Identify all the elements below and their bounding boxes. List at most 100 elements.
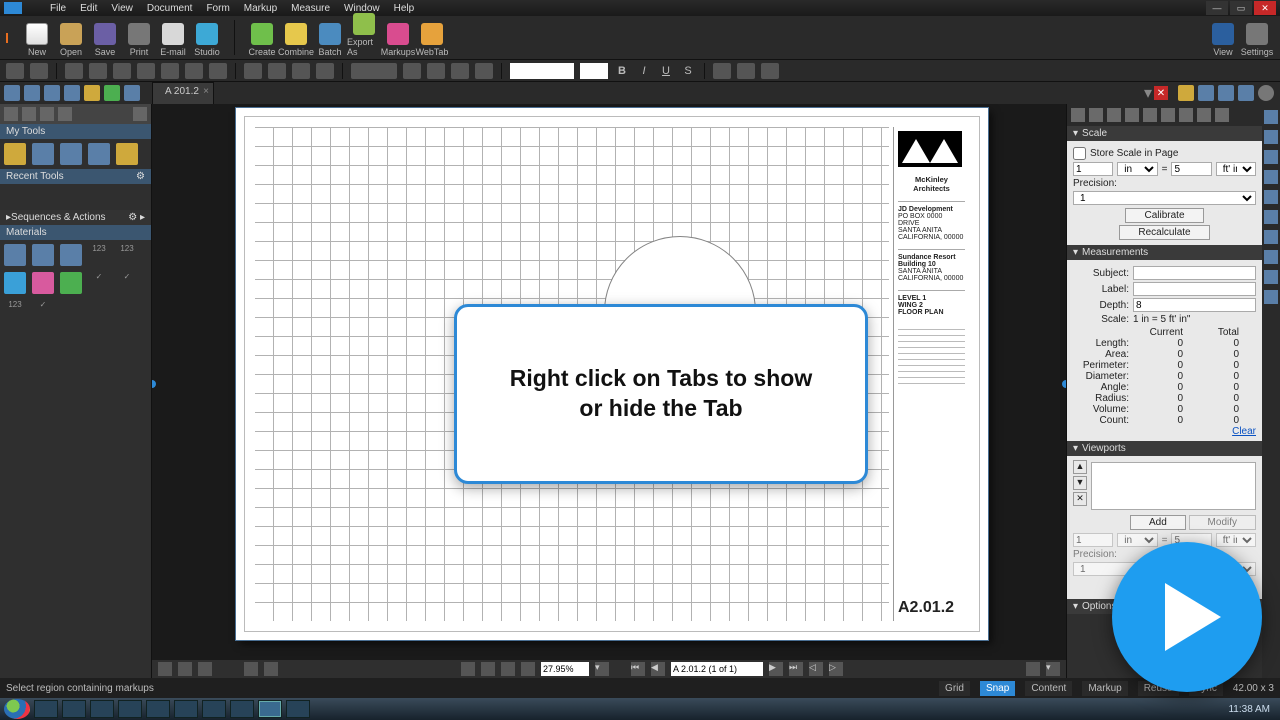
markups-button[interactable]: Markups: [381, 23, 415, 57]
split-icon[interactable]: [198, 662, 212, 676]
align-left-icon[interactable]: [713, 63, 731, 79]
panel-tab-icon[interactable]: [64, 85, 80, 101]
material-icon[interactable]: [60, 244, 82, 266]
recalculate-button[interactable]: Recalculate: [1119, 225, 1209, 240]
clear-link[interactable]: Clear: [1073, 426, 1256, 437]
panel-tool-icon[interactable]: [40, 107, 54, 121]
panel-tab-icon[interactable]: [4, 85, 20, 101]
line-start-icon[interactable]: [403, 63, 421, 79]
undo-icon[interactable]: [6, 63, 24, 79]
material-icon[interactable]: [4, 244, 26, 266]
store-scale-checkbox[interactable]: [1073, 147, 1086, 160]
panel-tool-icon[interactable]: [22, 107, 36, 121]
edge-tab-icon[interactable]: [1264, 170, 1278, 184]
taskbar-app-icon[interactable]: [202, 700, 226, 718]
prev-view-icon[interactable]: ◁: [809, 662, 823, 676]
gear-icon[interactable]: [1258, 85, 1274, 101]
edge-tab-icon[interactable]: [1264, 250, 1278, 264]
measure-tool-icon[interactable]: [1125, 108, 1139, 122]
material-icon[interactable]: [4, 272, 26, 294]
tab-dropdown-icon[interactable]: ▾: [1144, 83, 1152, 103]
layout-icon[interactable]: [264, 662, 278, 676]
vp-delete-icon[interactable]: ✕: [1073, 492, 1087, 506]
menu-edit[interactable]: Edit: [80, 3, 97, 14]
window-close-icon[interactable]: ✕: [1254, 1, 1276, 15]
precision-select[interactable]: 1: [1073, 191, 1256, 205]
edge-tab-icon[interactable]: [1264, 210, 1278, 224]
menu-window[interactable]: Window: [344, 3, 380, 14]
gear-icon[interactable]: ⚙: [136, 171, 145, 182]
section-measurements[interactable]: ▾ Measurements: [1067, 245, 1262, 260]
line-weight-icon[interactable]: [451, 63, 469, 79]
webtab-button[interactable]: WebTab: [415, 23, 449, 57]
edge-tab-icon[interactable]: [1264, 150, 1278, 164]
first-page-icon[interactable]: ⏮: [631, 662, 645, 676]
line-end-icon[interactable]: [427, 63, 445, 79]
splitter-handle-icon[interactable]: [152, 380, 156, 388]
taskbar-app-icon[interactable]: [174, 700, 198, 718]
shape-icon[interactable]: [292, 63, 310, 79]
status-snap[interactable]: Snap: [980, 681, 1015, 696]
tool-icon[interactable]: [116, 143, 138, 165]
panel-tab-icon[interactable]: [104, 85, 120, 101]
subject-input[interactable]: [1133, 266, 1256, 280]
panel-tool-icon[interactable]: [4, 107, 18, 121]
status-content[interactable]: Content: [1025, 681, 1072, 696]
material-icon[interactable]: [32, 244, 54, 266]
prev-page-icon[interactable]: ◀: [651, 662, 665, 676]
section-scale[interactable]: ▾ Scale: [1067, 126, 1262, 141]
status-grid[interactable]: Grid: [939, 681, 970, 696]
menu-measure[interactable]: Measure: [291, 3, 330, 14]
align-center-icon[interactable]: [737, 63, 755, 79]
vp-up-icon[interactable]: ▲: [1073, 460, 1087, 474]
chevron-down-icon[interactable]: ▾: [1046, 662, 1060, 676]
measure-tool-icon[interactable]: [1089, 108, 1103, 122]
edge-tab-icon[interactable]: [1264, 230, 1278, 244]
splitter-handle-icon[interactable]: [1062, 380, 1066, 388]
layout-icon[interactable]: [244, 662, 258, 676]
measure-tool-icon[interactable]: [1197, 108, 1211, 122]
view-button[interactable]: View: [1206, 23, 1240, 57]
menu-form[interactable]: Form: [206, 3, 229, 14]
highlight-icon[interactable]: [268, 63, 286, 79]
measure-tool-icon[interactable]: [1143, 108, 1157, 122]
tab-close-icon[interactable]: ×: [203, 86, 209, 97]
taskbar-ie-icon[interactable]: [34, 700, 58, 718]
tool2-icon[interactable]: [185, 63, 203, 79]
tool-icon[interactable]: [161, 63, 179, 79]
document-canvas[interactable]: McKinley Architects JD Development PO BO…: [152, 104, 1066, 678]
window-minimize-icon[interactable]: —: [1206, 1, 1228, 15]
taskbar-revu-icon[interactable]: [258, 700, 282, 718]
split-icon[interactable]: [178, 662, 192, 676]
scale-from-unit[interactable]: in: [1117, 162, 1157, 176]
combine-button[interactable]: Combine: [279, 23, 313, 57]
calibrate-button[interactable]: Calibrate: [1125, 208, 1203, 223]
menu-document[interactable]: Document: [147, 3, 193, 14]
text-select-icon[interactable]: [521, 662, 535, 676]
section-sequences[interactable]: ▸ Sequences & Actions⚙ ▸: [0, 210, 151, 225]
font-size-input[interactable]: [580, 63, 608, 79]
measure-tool-icon[interactable]: [1215, 108, 1229, 122]
measure-tool-icon[interactable]: [1161, 108, 1175, 122]
zoom-dropdown-icon[interactable]: ▾: [595, 662, 609, 676]
email-button[interactable]: E-mail: [156, 23, 190, 57]
document-tab[interactable]: A 201.2 ×: [152, 82, 214, 104]
user-icon[interactable]: [1026, 662, 1040, 676]
taskbar-explorer-icon[interactable]: [62, 700, 86, 718]
depth-input[interactable]: [1133, 298, 1256, 312]
paste-icon[interactable]: [113, 63, 131, 79]
section-recent[interactable]: Recent Tools⚙: [0, 169, 151, 184]
revu-menu-icon[interactable]: [6, 33, 8, 43]
panel-tab-icon[interactable]: [24, 85, 40, 101]
next-view-icon[interactable]: ▷: [829, 662, 843, 676]
menu-view[interactable]: View: [111, 3, 133, 14]
create-button[interactable]: Create: [245, 23, 279, 57]
panel-tab-icon[interactable]: [84, 85, 100, 101]
italic-icon[interactable]: I: [636, 63, 652, 79]
system-clock[interactable]: 11:38 AM: [1222, 704, 1276, 715]
tool3-icon[interactable]: [209, 63, 227, 79]
edge-tab-icon[interactable]: [1264, 190, 1278, 204]
font-family-input[interactable]: [510, 63, 574, 79]
panel-tab-icon[interactable]: [1178, 85, 1194, 101]
edge-tab-icon[interactable]: [1264, 110, 1278, 124]
